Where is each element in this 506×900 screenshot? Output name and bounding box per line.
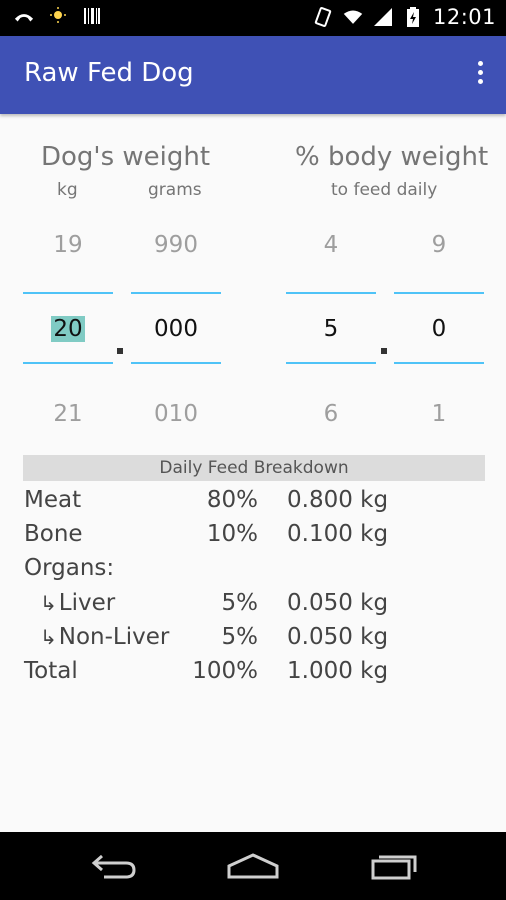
percent-decimal-prev-value[interactable]: 9	[394, 232, 484, 258]
status-right-icons: 12:01	[313, 5, 496, 29]
recents-icon[interactable]	[364, 846, 424, 886]
row-percent: 100%	[192, 658, 258, 684]
row-percent: 10%	[206, 521, 258, 547]
weight-decimal-point	[117, 348, 123, 354]
grams-label: grams	[148, 180, 202, 200]
breakdown-row-bone: Bone 10% 0.100 kg	[0, 521, 506, 555]
row-percent: 80%	[206, 487, 258, 513]
breakdown-row-total: Total 100% 1.000 kg	[0, 658, 506, 692]
weight-title: Dog's weight	[41, 142, 211, 172]
breakdown-row-organs: Organs:	[0, 555, 506, 589]
percent-whole-divider-bottom	[286, 362, 376, 364]
barcode-icon	[82, 6, 102, 26]
status-bar: 12:01	[0, 0, 506, 36]
row-name-wrap: ↳Liver	[40, 590, 115, 616]
row-name: Total	[24, 658, 78, 684]
missed-call-icon	[14, 6, 34, 26]
grams-divider-bottom	[131, 362, 221, 364]
row-amount: 0.100 kg	[287, 521, 389, 547]
row-name-wrap: ↳Non-Liver	[40, 624, 169, 650]
sun-weather-icon	[48, 6, 68, 26]
grams-divider-top	[131, 292, 221, 294]
percent-whole-current-value[interactable]: 5	[286, 316, 376, 342]
status-time: 12:01	[432, 5, 496, 29]
kg-current-text[interactable]: 20	[51, 316, 85, 342]
row-name: Meat	[24, 487, 82, 513]
breakdown-header: Daily Feed Breakdown	[23, 455, 485, 481]
wifi-icon	[343, 7, 363, 27]
kg-label: kg	[57, 180, 78, 200]
row-name: Liver	[58, 590, 116, 616]
percent-title: % body weight	[295, 142, 489, 172]
row-name: Organs:	[24, 555, 115, 581]
grams-prev-value[interactable]: 990	[131, 232, 221, 258]
kg-prev-value[interactable]: 19	[23, 232, 113, 258]
row-name: Bone	[24, 521, 83, 547]
percent-decimal-current-value[interactable]: 0	[394, 316, 484, 342]
app-bar: Raw Fed Dog	[0, 36, 506, 114]
row-percent: 5%	[221, 590, 259, 616]
grams-next-value[interactable]: 010	[131, 401, 221, 427]
breakdown-row-meat: Meat 80% 0.800 kg	[0, 487, 506, 521]
kg-divider-bottom	[23, 362, 113, 364]
row-amount: 0.050 kg	[287, 624, 389, 650]
row-amount: 0.800 kg	[287, 487, 389, 513]
kg-divider-top	[23, 292, 113, 294]
percent-decimal-next-value[interactable]: 1	[394, 401, 484, 427]
breakdown-row-liver: ↳Liver 5% 0.050 kg	[0, 590, 506, 624]
kg-next-value[interactable]: 21	[23, 401, 113, 427]
subitem-arrow-icon: ↳	[40, 591, 57, 615]
percent-whole-divider-top	[286, 292, 376, 294]
app-title: Raw Fed Dog	[24, 58, 194, 88]
kg-current-value[interactable]: 20	[23, 316, 113, 342]
row-amount: 1.000 kg	[287, 658, 389, 684]
percent-decimal-divider-top	[394, 292, 484, 294]
percent-whole-next-value[interactable]: 6	[286, 401, 376, 427]
vibrate-icon	[313, 7, 333, 27]
signal-icon	[373, 7, 393, 27]
status-left-icons	[14, 6, 102, 26]
percent-subtitle: to feed daily	[331, 180, 438, 200]
percent-decimal-divider-bottom	[394, 362, 484, 364]
row-name: Non-Liver	[58, 624, 170, 650]
battery-charging-icon	[403, 7, 423, 27]
percent-whole-prev-value[interactable]: 4	[286, 232, 376, 258]
back-icon[interactable]	[84, 846, 144, 886]
more-vert-icon[interactable]	[474, 61, 486, 89]
navigation-bar	[0, 832, 506, 900]
breakdown-row-non-liver: ↳Non-Liver 5% 0.050 kg	[0, 624, 506, 658]
percent-decimal-point	[381, 348, 387, 354]
grams-current-value[interactable]: 000	[131, 316, 221, 342]
row-percent: 5%	[221, 624, 259, 650]
row-amount: 0.050 kg	[287, 590, 389, 616]
subitem-arrow-icon: ↳	[40, 625, 57, 649]
home-icon[interactable]	[223, 846, 283, 886]
